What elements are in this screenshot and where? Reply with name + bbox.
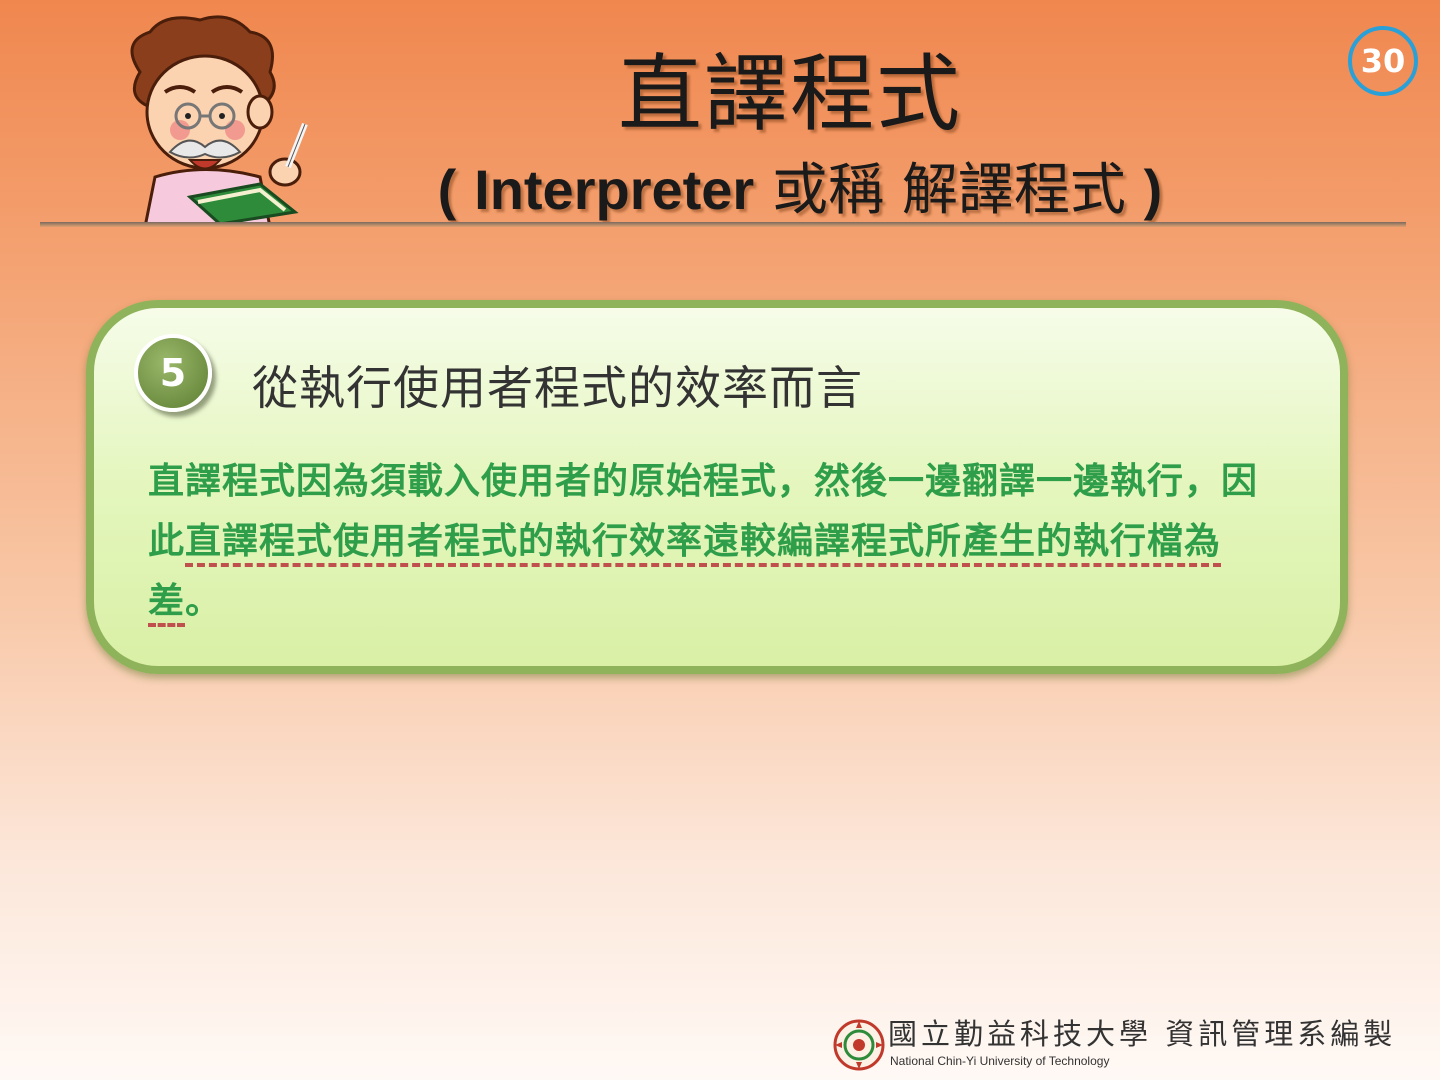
- card-body: 直譯程式因為須載入使用者的原始程式，然後一邊翻譯一邊執行，因此直譯程式使用者程式…: [148, 452, 1288, 632]
- footer-institution: 國立勤益科技大學 資訊管理系編製: [888, 1016, 1396, 1052]
- footer-department-cn: 資訊管理系編製: [1165, 1017, 1397, 1051]
- footer-university-cn: 國立勤益科技大學: [888, 1017, 1153, 1051]
- body-text-highlighted: 直譯程式使用者程式的執行效率遠較編譯程式所產生的執行檔為差: [148, 521, 1222, 622]
- card-heading: 從執行使用者程式的效率而言: [252, 361, 863, 415]
- subtitle-middle: 或稱: [772, 158, 885, 223]
- university-seal-icon: [833, 1019, 885, 1071]
- body-text-end: 。: [185, 581, 223, 622]
- subtitle-english: Interpreter: [474, 158, 755, 221]
- footer-university-en: National Chin-Yi University of Technolog…: [890, 1054, 1110, 1068]
- title-divider: [40, 222, 1406, 227]
- slide-subtitle: ( Interpreter 或稱 解譯程式 ): [320, 150, 1280, 231]
- page-number-badge: 30: [1348, 26, 1418, 96]
- item-number-badge: 5: [134, 334, 212, 412]
- subtitle-chinese: 解譯程式: [901, 158, 1126, 223]
- subtitle-close-paren: ): [1143, 158, 1163, 221]
- professor-mascot-icon: [130, 15, 308, 227]
- subtitle-open-paren: (: [437, 158, 457, 221]
- slide-title: 直譯程式: [617, 45, 962, 143]
- footer: 國立勤益科技大學 資訊管理系編製 National Chin-Yi Univer…: [830, 1014, 1430, 1074]
